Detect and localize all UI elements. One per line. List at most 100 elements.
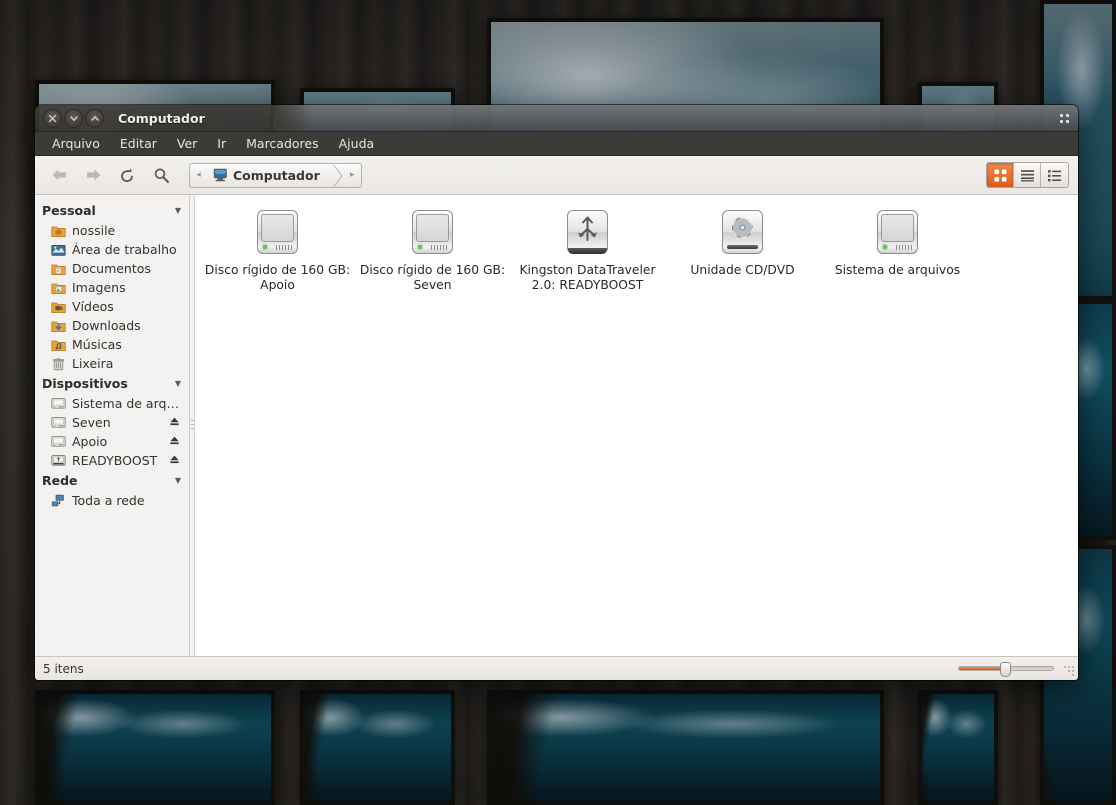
sidebar-section-dispositivos[interactable]: Dispositivos ▼ xyxy=(35,373,189,394)
wallpaper-photo-panel xyxy=(487,690,884,805)
maximize-icon xyxy=(90,115,99,121)
pictures-folder-icon xyxy=(51,283,66,294)
close-icon xyxy=(48,114,57,122)
sidebar-item-label: Apoio xyxy=(72,434,108,449)
sidebar-item-label: Sistema de arquivos xyxy=(72,396,181,411)
disc-icon xyxy=(731,216,754,239)
resize-grip-icon[interactable] xyxy=(1063,665,1075,677)
sidebar-item-label: Área de trabalho xyxy=(72,242,177,257)
compact-view-button[interactable] xyxy=(1041,163,1068,187)
sidebar-item-sistema-de-arquivos[interactable]: Sistema de arquivos xyxy=(35,394,189,413)
downloads-folder-icon xyxy=(51,321,66,332)
documents-folder-icon xyxy=(51,264,66,275)
statusbar: 5 itens xyxy=(35,656,1078,680)
sidebar-item-label: nossile xyxy=(72,223,116,238)
wallpaper-photo-panel xyxy=(35,690,275,805)
drive-icon xyxy=(51,436,66,447)
titlebar-translucent-area xyxy=(273,105,1078,131)
sidebar: Pessoal ▼ nossile Área de trabalho Docum… xyxy=(35,195,190,656)
sidebar-item-label: READYBOOST xyxy=(72,453,158,468)
zoom-slider[interactable] xyxy=(958,662,1054,677)
eject-icon[interactable] xyxy=(169,454,180,468)
sidebar-item-label: Músicas xyxy=(72,337,122,352)
icon-grid: Disco rígido de 160 GB: Apoio Disco rígi… xyxy=(190,195,1078,304)
zoom-slider-fill xyxy=(959,667,1005,670)
sidebar-item-label: Seven xyxy=(72,415,111,430)
sidebar-section-title: Pessoal xyxy=(42,203,96,218)
sidebar-item-lixeira[interactable]: Lixeira xyxy=(35,354,189,373)
sidebar-item-seven[interactable]: Seven xyxy=(35,413,189,432)
breadcrumb-separator xyxy=(330,164,344,187)
close-button[interactable] xyxy=(43,108,62,128)
sidebar-section-pessoal[interactable]: Pessoal ▼ xyxy=(35,200,189,221)
file-item-label: Unidade CD/DVD xyxy=(690,263,795,277)
sidebar-item-label: Toda a rede xyxy=(72,493,145,508)
sidebar-item-label: Documentos xyxy=(72,261,151,276)
menu-ajuda[interactable]: Ajuda xyxy=(330,133,384,154)
wallpaper-photo-panel xyxy=(918,690,998,805)
list-view-icon xyxy=(1020,169,1034,181)
minimize-button[interactable] xyxy=(64,108,83,128)
file-item[interactable]: Unidade CD/DVD xyxy=(665,203,820,304)
sidebar-item-label: Downloads xyxy=(72,318,141,333)
window-titlebar[interactable]: Computador xyxy=(35,105,1078,132)
menu-ir[interactable]: Ir xyxy=(208,133,235,154)
wallpaper-photo-panel xyxy=(300,690,455,805)
sidebar-item-imagens[interactable]: Imagens xyxy=(35,278,189,297)
eject-icon[interactable] xyxy=(169,435,180,449)
back-button[interactable] xyxy=(44,161,74,189)
file-item[interactable]: Disco rígido de 160 GB: Seven xyxy=(355,203,510,304)
sidebar-item-readyboost[interactable]: READYBOOST xyxy=(35,451,189,470)
forward-button[interactable] xyxy=(78,161,108,189)
chevron-down-icon: ▼ xyxy=(174,379,181,388)
file-item[interactable]: Kingston DataTraveler 2.0: READYBOOST xyxy=(510,203,665,304)
icon-view-button[interactable] xyxy=(987,163,1014,187)
computer-icon xyxy=(213,168,227,182)
chevron-down-icon: ▼ xyxy=(174,476,181,485)
back-arrow-icon xyxy=(52,169,66,181)
sidebar-item-toda-a-rede[interactable]: Toda a rede xyxy=(35,491,189,510)
sidebar-item-nossile[interactable]: nossile xyxy=(35,221,189,240)
sidebar-section-rede[interactable]: Rede ▼ xyxy=(35,470,189,491)
search-button[interactable] xyxy=(146,161,176,189)
menubar: Arquivo Editar Ver Ir Marcadores Ajuda xyxy=(35,132,1078,156)
usb-drive-icon xyxy=(51,455,66,466)
sidebar-item-label: Lixeira xyxy=(72,356,114,371)
menu-arquivo[interactable]: Arquivo xyxy=(43,133,109,154)
list-view-button[interactable] xyxy=(1014,163,1041,187)
maximize-button[interactable] xyxy=(85,108,104,128)
sidebar-item-downloads[interactable]: Downloads xyxy=(35,316,189,335)
hard-drive-icon xyxy=(409,209,456,256)
breadcrumb-item-computador[interactable]: Computador xyxy=(207,164,330,187)
breadcrumb-next-button[interactable]: ▸ xyxy=(344,164,361,187)
breadcrumb-prev-button[interactable]: ◂ xyxy=(190,164,207,187)
videos-folder-icon xyxy=(51,302,66,313)
cd-dvd-drive-icon xyxy=(719,209,766,256)
sidebar-item-videos[interactable]: Vídeos xyxy=(35,297,189,316)
window-controls xyxy=(43,108,104,128)
reload-button[interactable] xyxy=(112,161,142,189)
sidebar-item-label: Imagens xyxy=(72,280,126,295)
menu-marcadores[interactable]: Marcadores xyxy=(237,133,328,154)
file-item[interactable]: Sistema de arquivos xyxy=(820,203,975,304)
compact-view-icon xyxy=(1048,169,1061,181)
sidebar-item-documentos[interactable]: Documentos xyxy=(35,259,189,278)
breadcrumb-label: Computador xyxy=(233,167,320,183)
sidebar-item-area-de-trabalho[interactable]: Área de trabalho xyxy=(35,240,189,259)
eject-icon[interactable] xyxy=(169,416,180,430)
minimize-icon xyxy=(69,115,78,121)
sidebar-item-musicas[interactable]: Músicas xyxy=(35,335,189,354)
sidebar-item-apoio[interactable]: Apoio xyxy=(35,432,189,451)
forward-arrow-icon xyxy=(86,169,100,181)
window-body: Pessoal ▼ nossile Área de trabalho Docum… xyxy=(35,195,1078,656)
menu-ver[interactable]: Ver xyxy=(168,133,206,154)
hard-drive-icon xyxy=(254,209,301,256)
file-manager-window: Computador Arquivo Editar Ver Ir Marcado… xyxy=(35,105,1078,680)
zoom-slider-handle[interactable] xyxy=(1000,662,1012,677)
pane-splitter[interactable] xyxy=(190,195,195,656)
menu-editar[interactable]: Editar xyxy=(111,133,166,154)
file-list-area[interactable]: Disco rígido de 160 GB: Apoio Disco rígi… xyxy=(190,195,1078,656)
file-item[interactable]: Disco rígido de 160 GB: Apoio xyxy=(200,203,355,304)
sidebar-section-title: Dispositivos xyxy=(42,376,128,391)
file-item-label: Kingston DataTraveler 2.0: READYBOOST xyxy=(519,263,656,293)
